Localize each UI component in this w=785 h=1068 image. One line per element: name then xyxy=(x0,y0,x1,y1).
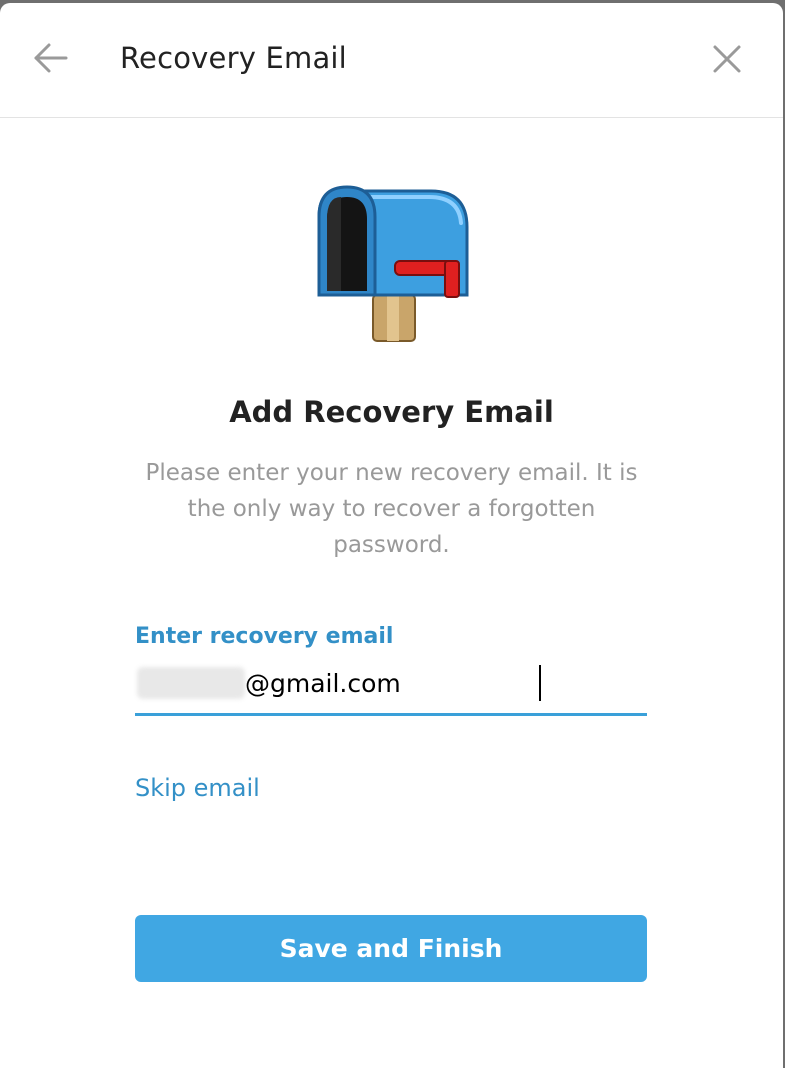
mailbox-icon xyxy=(311,183,473,343)
back-button[interactable] xyxy=(26,33,76,83)
skip-email-link[interactable]: Skip email xyxy=(135,774,260,802)
email-input[interactable] xyxy=(245,665,645,701)
close-icon xyxy=(713,45,741,73)
redacted-email-username xyxy=(137,667,245,699)
dialog-title: Recovery Email xyxy=(120,41,347,75)
arrow-left-icon xyxy=(34,43,68,73)
recovery-email-dialog: Recovery Email Add Recovery Email Please… xyxy=(0,3,783,1068)
close-button[interactable] xyxy=(703,35,751,83)
email-field-label: Enter recovery email xyxy=(135,624,394,649)
email-field[interactable] xyxy=(135,665,647,716)
description-text: Please enter your new recovery email. It… xyxy=(145,460,638,558)
text-cursor xyxy=(539,665,541,701)
save-and-finish-button[interactable]: Save and Finish xyxy=(135,915,647,982)
dialog-header: Recovery Email xyxy=(0,3,783,118)
page-title: Add Recovery Email xyxy=(229,395,554,429)
